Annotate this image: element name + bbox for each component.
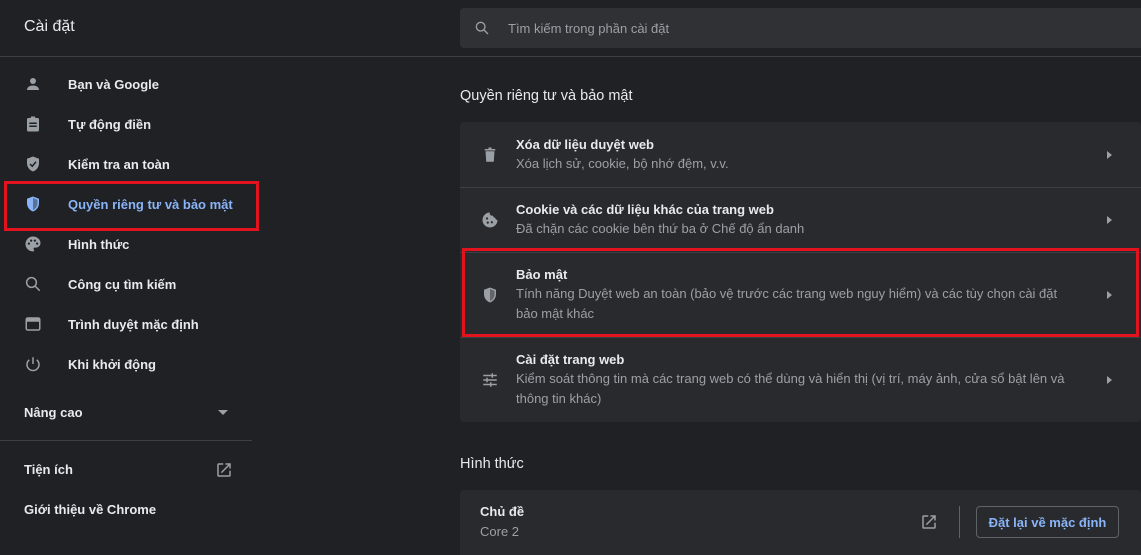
sidebar-item-safety-check[interactable]: Kiểm tra an toàn	[0, 144, 252, 184]
row-title: Xóa dữ liệu duyệt web	[516, 137, 654, 152]
chevron-right-icon	[1107, 376, 1112, 384]
top-bar: Cài đặt	[0, 0, 1141, 57]
browser-icon	[25, 317, 41, 331]
sidebar-item-label: Kiểm tra an toàn	[68, 157, 170, 172]
sidebar-item-label: Công cụ tìm kiếm	[68, 277, 177, 292]
sidebar-item-autofill[interactable]: Tự động điền	[0, 104, 252, 144]
sidebar-divider	[0, 440, 252, 441]
row-title: Bảo mật	[516, 267, 568, 282]
clear-browsing-data-row[interactable]: Xóa dữ liệu duyệt web Xóa lịch sử, cooki…	[460, 122, 1141, 187]
search-box[interactable]	[460, 8, 1141, 48]
row-title: Cookie và các dữ liệu khác của trang web	[516, 202, 774, 217]
trash-icon	[484, 147, 496, 162]
sidebar-item-label: Trình duyệt mặc định	[68, 317, 199, 332]
sidebar-item-on-startup[interactable]: Khi khởi động	[0, 344, 252, 384]
shield-check-icon	[27, 156, 39, 172]
search-input[interactable]	[506, 8, 1106, 48]
privacy-card: Xóa dữ liệu duyệt web Xóa lịch sử, cooki…	[460, 122, 1141, 422]
power-icon	[26, 357, 40, 372]
row-title: Cài đặt trang web	[516, 352, 625, 367]
row-subtitle: Tính năng Duyệt web an toàn (bảo vệ trướ…	[516, 286, 1058, 321]
reset-theme-button[interactable]: Đặt lại về mặc định	[976, 506, 1119, 538]
chevron-down-icon[interactable]	[218, 410, 228, 415]
search-icon	[25, 276, 41, 292]
chevron-right-icon	[1107, 216, 1112, 224]
cookies-row[interactable]: Cookie và các dữ liệu khác của trang web…	[460, 188, 1141, 252]
row-subtitle: Đã chặn các cookie bên thứ ba ở Chế độ ẩ…	[516, 221, 805, 236]
about-chrome-link[interactable]: Giới thiệu về Chrome	[24, 502, 156, 517]
sidebar-item-label: Khi khởi động	[68, 357, 156, 372]
security-row[interactable]: Bảo mật Tính năng Duyệt web an toàn (bảo…	[460, 253, 1141, 337]
sidebar-item-default-browser[interactable]: Trình duyệt mặc định	[0, 304, 252, 344]
sidebar-item-you-and-google[interactable]: Bạn và Google	[0, 64, 252, 104]
sidebar-item-privacy-security[interactable]: Quyền riêng tư và bảo mật	[0, 184, 252, 224]
sidebar: Bạn và Google Tự động điền Kiểm tra an t…	[0, 57, 259, 555]
sidebar-item-label: Hình thức	[68, 237, 130, 252]
page-title: Cài đặt	[24, 18, 75, 35]
row-subtitle: Kiểm soát thông tin mà các trang web có …	[516, 371, 1065, 406]
section-title-privacy: Quyền riêng tư và bảo mật	[460, 88, 633, 104]
sidebar-item-label: Quyền riêng tư và bảo mật	[68, 197, 233, 212]
theme-title: Chủ đề	[480, 504, 525, 519]
chevron-right-icon	[1107, 291, 1112, 299]
cookie-icon	[482, 212, 498, 228]
chevron-right-icon	[1107, 151, 1112, 159]
search-icon	[475, 21, 489, 35]
clipboard-icon	[27, 116, 39, 132]
vertical-divider	[959, 506, 960, 538]
sidebar-item-label: Bạn và Google	[68, 77, 160, 92]
person-icon	[27, 78, 39, 90]
site-settings-row[interactable]: Cài đặt trang web Kiểm soát thông tin mà…	[460, 338, 1141, 422]
shield-icon	[27, 196, 39, 212]
section-title-appearance: Hình thức	[460, 456, 524, 472]
palette-icon	[25, 236, 41, 252]
theme-value: Core 2	[480, 524, 520, 539]
sliders-icon	[483, 373, 497, 387]
advanced-toggle[interactable]: Nâng cao	[24, 405, 83, 420]
sidebar-item-search-engine[interactable]: Công cụ tìm kiếm	[0, 264, 252, 304]
row-subtitle: Xóa lịch sử, cookie, bộ nhớ đệm, v.v.	[516, 156, 729, 171]
sidebar-item-appearance[interactable]: Hình thức	[0, 224, 252, 264]
open-in-new-icon[interactable]	[215, 461, 233, 479]
shield-icon	[484, 287, 496, 303]
open-in-new-icon[interactable]	[920, 513, 938, 531]
extensions-link[interactable]: Tiện ích	[24, 462, 73, 477]
sidebar-item-label: Tự động điền	[68, 117, 152, 132]
